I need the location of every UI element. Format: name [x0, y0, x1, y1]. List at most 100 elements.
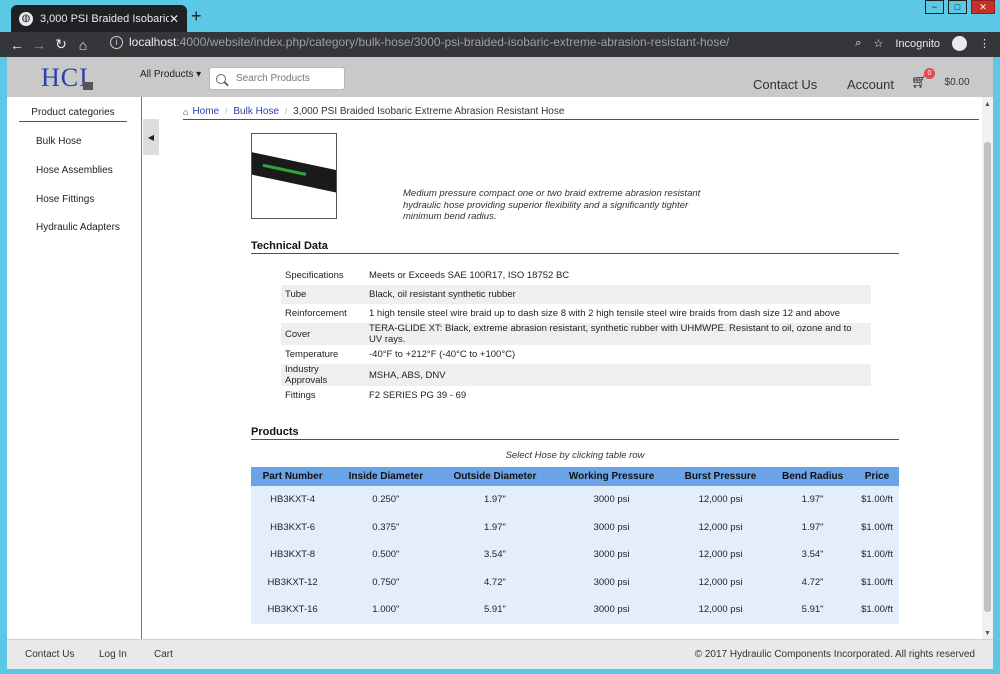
table-cell: $1.00/ft	[855, 568, 899, 596]
new-tab-button[interactable]: +	[191, 6, 202, 27]
search-box[interactable]	[209, 67, 345, 90]
breadcrumb-current: 3,000 PSI Braided Isobaric Extreme Abras…	[293, 106, 565, 117]
home-icon[interactable]: ⌂	[72, 37, 94, 53]
star-icon[interactable]: ☆	[873, 37, 883, 50]
table-row[interactable]: HB3KXT-8 0.500" 3.54" 3000 psi 12,000 psi 3.5…	[251, 541, 899, 569]
spec-key: Industry Approvals	[281, 364, 365, 386]
window-close-button[interactable]: ✕	[971, 0, 995, 14]
hose-graphic	[252, 150, 336, 196]
cart-amount: $0.00	[944, 76, 970, 88]
close-icon[interactable]: ✕	[169, 12, 179, 26]
breadcrumb: ⌂ Home / Bulk Hose / 3,000 PSI Braided I…	[183, 106, 979, 120]
table-cell: $1.00/ft	[855, 486, 899, 514]
product-image[interactable]	[251, 133, 337, 219]
footer-contact-link[interactable]: Contact Us	[25, 649, 74, 660]
scroll-down-icon[interactable]: ▼	[984, 630, 991, 637]
spec-row: Reinforcement 1 high tensile steel wire b…	[281, 304, 871, 323]
breadcrumb-home[interactable]: Home	[192, 106, 219, 117]
table-cell: HB3KXT-8	[251, 541, 335, 569]
table-cell: 0.250"	[334, 486, 438, 514]
forward-arrow-icon[interactable]: →	[28, 37, 50, 53]
reload-icon[interactable]: ↻	[50, 36, 72, 53]
scroll-up-icon[interactable]: ▲	[984, 101, 991, 108]
window-controls: − □ ✕	[925, 0, 995, 14]
table-cell: $1.00/ft	[855, 596, 899, 624]
table-cell: 12,000 psi	[670, 486, 771, 514]
table-row[interactable]: HB3KXT-12 0.750" 4.72" 3000 psi 12,000 psi 4.…	[251, 568, 899, 596]
table-cell: 1.97"	[437, 486, 553, 514]
spec-value: F2 SERIES PG 39 - 69	[369, 390, 467, 401]
table-cell: 1.97"	[770, 486, 855, 514]
scrollbar-thumb[interactable]	[984, 142, 991, 612]
column-header[interactable]: Bend Radius	[770, 467, 855, 486]
spec-value: -40°F to +212°F (-40°C to +100°C)	[369, 349, 516, 360]
products-title: Products	[251, 426, 899, 440]
back-arrow-icon[interactable]: ←	[6, 37, 28, 53]
table-cell: 0.375"	[334, 513, 438, 541]
spec-value: Meets or Exceeds SAE 100R17, ISO 18752 B…	[369, 270, 570, 281]
site-header: HCI All Products ▾ Contact Us Account 🛒︎…	[7, 57, 993, 97]
tab-title: 3,000 PSI Braided Isobaric Extreme	[40, 12, 169, 25]
sidebar-item-bulk-hose[interactable]: Bulk Hose	[36, 136, 82, 147]
incognito-icon[interactable]	[952, 36, 967, 51]
website: HCI All Products ▾ Contact Us Account 🛒︎…	[7, 57, 993, 669]
table-cell: 3.54"	[437, 541, 553, 569]
maximize-button[interactable]: □	[948, 0, 967, 14]
table-row[interactable]: HB3KXT-4 0.250" 1.97" 3000 psi 12,000 psi 1.9…	[251, 486, 899, 514]
breadcrumb-category[interactable]: Bulk Hose	[233, 106, 279, 117]
copyright-text: © 2017 Hydraulic Components Incorporated…	[694, 649, 975, 660]
column-header[interactable]: Working Pressure	[552, 467, 671, 486]
table-row[interactable]: HB3KXT-6 0.375" 1.97" 3000 psi 12,000 psi 1.9…	[251, 513, 899, 541]
contact-us-link[interactable]: Contact Us	[753, 77, 817, 92]
table-cell: $1.00/ft	[855, 513, 899, 541]
table-row[interactable]: HB3KXT-16 1.000" 5.91" 3000 psi 12,000 psi 5.…	[251, 596, 899, 624]
table-cell: 4.72"	[770, 568, 855, 596]
zoom-icon[interactable]: ⌕	[855, 37, 861, 50]
browser-tab[interactable]: ◍ 3,000 PSI Braided Isobaric Extreme ✕	[11, 5, 187, 32]
kebab-menu-icon[interactable]: ⋮	[979, 37, 990, 50]
column-header[interactable]: Inside Diameter	[334, 467, 438, 486]
address-host: localhost	[129, 35, 177, 49]
table-cell: 3000 psi	[552, 513, 671, 541]
home-icon: ⌂	[183, 106, 189, 117]
column-header[interactable]: Price	[855, 467, 899, 486]
cart-button[interactable]: 🛒︎ 0 $0.00	[911, 68, 970, 90]
scrollbar[interactable]: ▲ ▼	[982, 97, 993, 639]
hose-stripe	[262, 163, 307, 176]
column-header[interactable]: Part Number	[251, 467, 335, 486]
info-icon[interactable]: i	[110, 35, 123, 49]
table-cell: 3000 psi	[552, 541, 671, 569]
spec-key: Reinforcement	[285, 308, 347, 319]
sidebar-item-hose-assemblies[interactable]: Hose Assemblies	[36, 165, 113, 176]
footer-cart-link[interactable]: Cart	[154, 649, 173, 660]
site-logo[interactable]: HCI	[41, 65, 93, 91]
minimize-button[interactable]: −	[925, 0, 944, 14]
spec-row: Cover TERA-GLIDE XT: Black, extreme abras…	[281, 323, 871, 345]
globe-icon: ◍	[19, 11, 33, 26]
column-header[interactable]: Outside Diameter	[437, 467, 553, 486]
column-header[interactable]: Burst Pressure	[670, 467, 771, 486]
table-cell: 12,000 psi	[670, 541, 771, 569]
spec-row: Industry Approvals MSHA, ABS, DNV	[281, 364, 871, 386]
spec-key: Tube	[281, 285, 365, 304]
spec-row: Specifications Meets or Exceeds SAE 100R1…	[281, 266, 871, 285]
spec-key: Specifications	[285, 270, 344, 281]
table-cell: 5.91"	[437, 596, 553, 624]
address-bar[interactable]: i localhost :4000/website/index.php/cate…	[110, 35, 729, 49]
table-cell: HB3KXT-16	[251, 596, 335, 624]
all-products-dropdown[interactable]: All Products ▾	[140, 69, 201, 80]
breadcrumb-separator: /	[284, 107, 288, 116]
search-input[interactable]	[236, 73, 341, 84]
spec-row: Fittings F2 SERIES PG 39 - 69	[281, 386, 871, 405]
sidebar-item-hose-fittings[interactable]: Hose Fittings	[36, 194, 94, 205]
table-cell: 1.97"	[437, 513, 553, 541]
site-footer: Contact Us Log In Cart © 2017 Hydraulic …	[7, 639, 993, 669]
account-link[interactable]: Account	[847, 77, 894, 92]
footer-login-link[interactable]: Log In	[99, 649, 127, 660]
table-cell: 3.54"	[770, 541, 855, 569]
sidebar-item-hydraulic-adapters[interactable]: Hydraulic Adapters	[36, 222, 120, 233]
technical-data-table: Specifications Meets or Exceeds SAE 100R1…	[281, 266, 871, 405]
table-cell: HB3KXT-4	[251, 486, 335, 514]
search-icon	[216, 73, 226, 84]
spec-value: Black, oil resistant synthetic rubber	[365, 285, 871, 304]
